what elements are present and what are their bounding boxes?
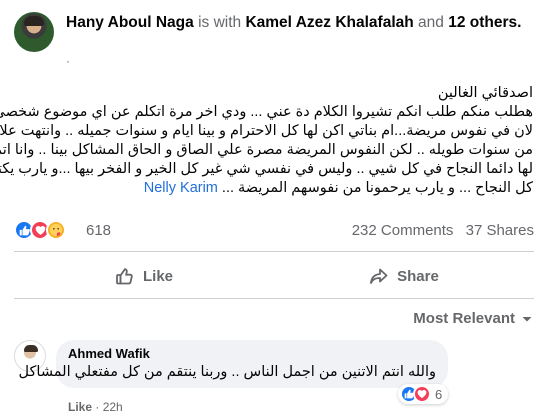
- post-line: من سنوات طويله .. لكن النفوس المريضة مصر…: [0, 142, 533, 158]
- post-line: لها دائما النجاح في كل شيي .. وليس في نف…: [0, 161, 533, 177]
- sort-label: Most Relevant: [413, 310, 515, 327]
- like-button[interactable]: Like: [14, 258, 274, 294]
- with-text: is with: [198, 14, 242, 31]
- divider: [14, 298, 534, 299]
- sort-dropdown[interactable]: Most Relevant: [413, 310, 533, 327]
- post-body: اصدقائي الغالين هطلب منكم طلب انكم تشيرو…: [0, 84, 533, 198]
- and-text: and: [418, 14, 444, 31]
- share-button[interactable]: Share: [274, 258, 534, 294]
- comments-count[interactable]: 232 Comments: [352, 222, 454, 239]
- comment-meta: Like · 22h: [68, 400, 123, 414]
- mention-link[interactable]: Nelly Karim: [144, 180, 218, 196]
- comment-reaction-count: 6: [435, 386, 443, 402]
- comment-bubble: Ahmed Wafik والله انتم الاتنين من اجمل ا…: [18, 340, 448, 388]
- shares-count[interactable]: 37 Shares: [466, 222, 534, 239]
- reaction-count[interactable]: 618: [86, 222, 111, 239]
- post-line: هطلب منكم طلب انكم تشيروا الكلام دة عني …: [0, 104, 533, 120]
- post-audience: ·: [66, 54, 70, 68]
- post-stats: 232 Comments 37 Shares: [344, 222, 534, 239]
- love-reaction-icon: [413, 385, 431, 403]
- reactions-row: 618 232 Comments 37 Shares: [14, 220, 534, 242]
- commenter-name[interactable]: Ahmed Wafik: [68, 346, 436, 361]
- post-actions: Like Share: [14, 258, 534, 294]
- comment-text: والله انتم الاتنين من اجمل الناس .. وربن…: [18, 364, 436, 380]
- post-line: اصدقائي الغالين: [437, 85, 533, 101]
- share-icon: [370, 268, 388, 284]
- comment-reactions[interactable]: 6: [398, 384, 449, 404]
- post-line-last: كل النجاح ... و يارب يرحمونا من نفوسهم ا…: [13, 179, 533, 198]
- thumbs-up-icon: [116, 268, 133, 285]
- others-link[interactable]: 12 others.: [448, 14, 521, 31]
- tagged-name[interactable]: Kamel Azez Khalafalah: [245, 14, 413, 31]
- author-name[interactable]: Hany Aboul Naga: [66, 14, 194, 31]
- like-label: Like: [142, 267, 173, 285]
- author-avatar[interactable]: [14, 12, 54, 52]
- post-last-text: كل النجاح ... و يارب يرحمونا من نفوسهم ا…: [221, 180, 533, 196]
- comment-time[interactable]: · 22h: [95, 400, 122, 414]
- chevron-down-icon: [522, 316, 532, 321]
- post-line: لان في نفوس مريضة...ام بناتي اكن لها كل …: [0, 123, 533, 139]
- divider: [14, 251, 534, 252]
- comment-like-link[interactable]: Like: [68, 400, 92, 414]
- care-reaction-icon: [46, 220, 66, 240]
- share-label: Share: [397, 267, 439, 285]
- post-header: Hany Aboul Naga is with Kamel Azez Khala…: [14, 10, 534, 70]
- reaction-icons[interactable]: [14, 220, 66, 242]
- post-header-text: Hany Aboul Naga is with Kamel Azez Khala…: [66, 12, 536, 33]
